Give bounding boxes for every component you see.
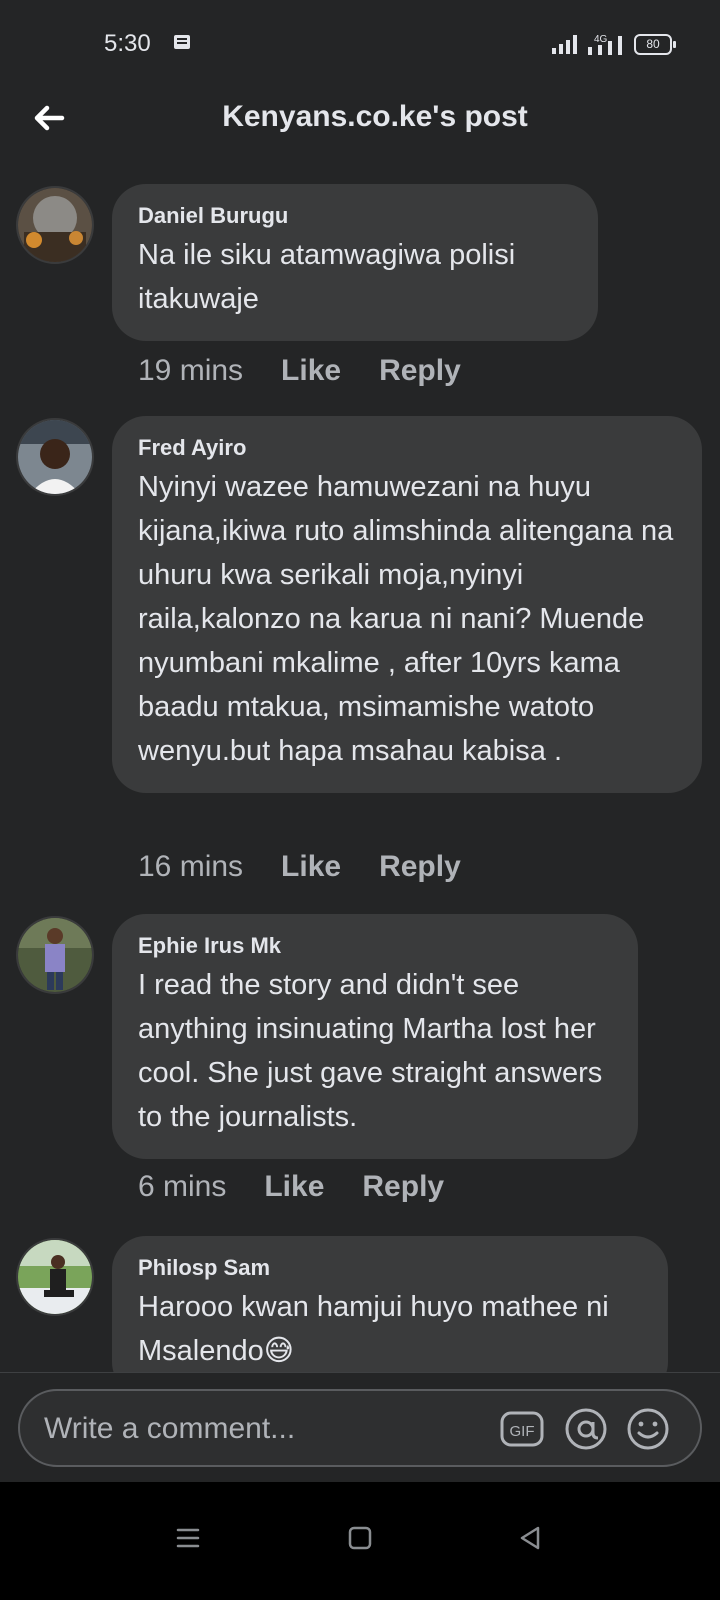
comment-composer[interactable]: GIF bbox=[18, 1389, 702, 1467]
comment-author[interactable]: Philosp Sam bbox=[138, 1254, 642, 1282]
battery-icon: 80 bbox=[634, 33, 676, 55]
network-label: 4G bbox=[594, 34, 608, 45]
avatar[interactable] bbox=[16, 916, 94, 994]
gif-label: GIF bbox=[510, 1423, 535, 1440]
comment-actions: 16 mins Like Reply bbox=[138, 850, 461, 884]
gif-icon[interactable]: GIF bbox=[500, 1407, 544, 1451]
comment-text: Nyinyi wazee hamuwezani na huyu kijana,i… bbox=[138, 471, 674, 767]
page-title: Kenyans.co.ke's post bbox=[222, 100, 528, 133]
comment-actions: 6 mins Like Reply bbox=[138, 1170, 444, 1204]
like-button[interactable]: Like bbox=[281, 354, 341, 388]
avatar[interactable] bbox=[16, 186, 94, 264]
comment-actions: 19 mins Like Reply bbox=[138, 354, 461, 388]
emoji-icon[interactable] bbox=[626, 1407, 670, 1451]
status-bar: 5:30 4G 80 bbox=[0, 0, 720, 88]
status-time: 5:30 bbox=[104, 30, 151, 57]
like-button[interactable]: Like bbox=[264, 1170, 324, 1204]
at-icon[interactable] bbox=[564, 1407, 608, 1451]
status-indicators: 4G 80 bbox=[552, 32, 676, 56]
home-icon[interactable] bbox=[342, 1520, 378, 1556]
back-icon[interactable] bbox=[512, 1520, 548, 1556]
comment-author[interactable]: Fred Ayiro bbox=[138, 434, 676, 462]
signal-4g-icon: 4G bbox=[588, 34, 622, 55]
menu-icon[interactable] bbox=[170, 1520, 206, 1556]
notification-icon bbox=[174, 35, 190, 49]
comment-text: Na ile siku atamwagiwa polisi itakuwaje bbox=[138, 239, 516, 315]
comments-list[interactable]: Daniel Burugu Na ile siku atamwagiwa pol… bbox=[0, 150, 720, 1400]
post-header: Kenyans.co.ke's post bbox=[0, 88, 720, 150]
comment-author[interactable]: Daniel Burugu bbox=[138, 202, 572, 230]
reply-button[interactable]: Reply bbox=[379, 354, 461, 388]
comment-bubble[interactable]: Fred Ayiro Nyinyi wazee hamuwezani na hu… bbox=[112, 416, 702, 793]
comment-bubble[interactable]: Ephie Irus Mk I read the story and didn'… bbox=[112, 914, 638, 1159]
like-button[interactable]: Like bbox=[281, 850, 341, 884]
comment-time: 6 mins bbox=[138, 1170, 227, 1203]
comment-input[interactable] bbox=[42, 1391, 486, 1467]
reply-button[interactable]: Reply bbox=[362, 1170, 444, 1204]
comment-composer-bar: GIF bbox=[0, 1372, 720, 1483]
system-nav-bar bbox=[0, 1482, 720, 1600]
comment-time: 16 mins bbox=[138, 850, 244, 883]
signal-icon bbox=[552, 35, 577, 54]
comment-author[interactable]: Ephie Irus Mk bbox=[138, 932, 612, 960]
reply-button[interactable]: Reply bbox=[379, 850, 461, 884]
comment-text: I read the story and didn't see anything… bbox=[138, 969, 603, 1133]
comment-text: Harooo kwan hamjui huyo mathee ni Msalen… bbox=[138, 1291, 609, 1367]
comment-bubble[interactable]: Daniel Burugu Na ile siku atamwagiwa pol… bbox=[112, 184, 598, 341]
avatar[interactable] bbox=[16, 1238, 94, 1316]
avatar[interactable] bbox=[16, 418, 94, 496]
comment-time: 19 mins bbox=[138, 354, 244, 387]
